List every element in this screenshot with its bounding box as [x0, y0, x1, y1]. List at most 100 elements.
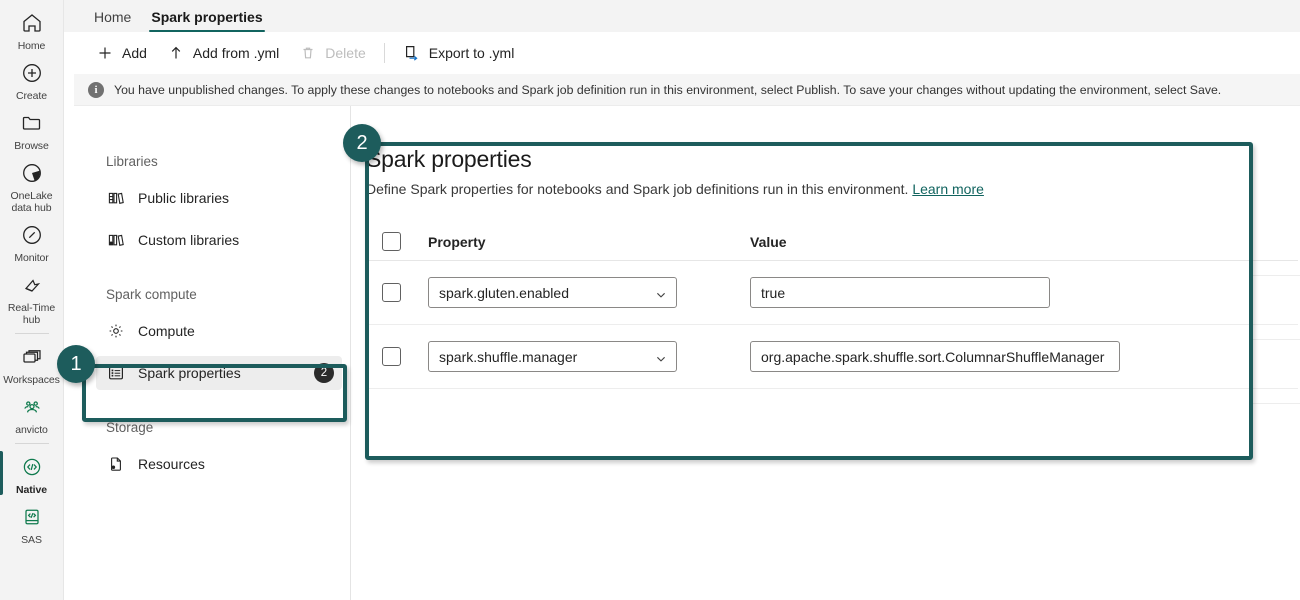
- home-icon: [17, 8, 47, 38]
- rail-label: Create: [16, 90, 47, 102]
- settings-sidebar: Libraries Public libraries Custom librar…: [74, 106, 351, 600]
- add-from-yml-button[interactable]: Add from .yml: [157, 38, 289, 68]
- sidebar-item-label: Spark properties: [138, 365, 241, 381]
- property-dropdown-value: spark.shuffle.manager: [439, 348, 578, 365]
- value-input[interactable]: org.apache.spark.shuffle.sort.ColumnarSh…: [750, 341, 1120, 372]
- info-icon: i: [88, 81, 104, 98]
- table-rule-extension: [1253, 339, 1300, 340]
- value-input-text: org.apache.spark.shuffle.sort.ColumnarSh…: [761, 348, 1105, 365]
- tab-spark-properties[interactable]: Spark properties: [141, 9, 272, 32]
- row-select-cell: [366, 283, 428, 302]
- sidebar-group-title-storage: Storage: [106, 420, 154, 435]
- select-all-cell: [366, 232, 428, 251]
- gear-icon: [106, 321, 126, 341]
- sidebar-item-public-libraries[interactable]: Public libraries: [96, 181, 342, 215]
- property-dropdown[interactable]: spark.gluten.enabled: [428, 277, 677, 308]
- rail-label: SAS: [21, 534, 42, 546]
- monitor-icon: [17, 220, 47, 250]
- folder-icon: [17, 108, 47, 138]
- workspaces-icon: [17, 342, 47, 372]
- table-header-row: Property Value: [366, 231, 1298, 261]
- property-cell: spark.gluten.enabled: [428, 277, 750, 308]
- rail-divider: [14, 443, 49, 444]
- list-icon: [106, 363, 126, 383]
- rail-item-anvicto[interactable]: anvicto: [0, 388, 64, 438]
- rail-label: anvicto: [15, 424, 48, 436]
- rail-label: Workspaces: [3, 374, 60, 386]
- learn-more-link[interactable]: Learn more: [912, 181, 984, 197]
- value-input[interactable]: true: [750, 277, 1050, 308]
- sidebar-item-resources[interactable]: Resources: [96, 447, 342, 481]
- table-rule-extension: [1253, 403, 1300, 404]
- add-from-yml-button-label: Add from .yml: [192, 45, 280, 61]
- sidebar-item-custom-libraries[interactable]: Custom libraries: [96, 223, 342, 257]
- app-root: Home Create Browse OneLake data hub Moni…: [0, 0, 1300, 600]
- status-badge: 2: [314, 363, 334, 383]
- property-dropdown[interactable]: spark.shuffle.manager: [428, 341, 677, 372]
- export-to-yml-button-label: Export to .yml: [428, 45, 515, 61]
- rail-item-create[interactable]: Create: [0, 54, 64, 104]
- command-toolbar: Add Add from .yml Delete Export to .yml: [74, 32, 1300, 74]
- export-icon: [403, 44, 421, 62]
- chevron-down-icon: [655, 288, 667, 304]
- rail-divider: [14, 333, 49, 334]
- sidebar-group-title-libraries: Libraries: [106, 154, 158, 169]
- row-checkbox[interactable]: [382, 347, 401, 366]
- page-subtitle-text: Define Spark properties for notebooks an…: [366, 181, 909, 197]
- rail-item-home[interactable]: Home: [0, 4, 64, 54]
- add-button[interactable]: Add: [86, 38, 157, 68]
- export-to-yml-button[interactable]: Export to .yml: [393, 38, 525, 68]
- onelake-icon: [17, 158, 47, 188]
- table-row: spark.gluten.enabled true: [366, 261, 1298, 325]
- value-cell: true: [750, 277, 1298, 308]
- value-input-text: true: [761, 284, 786, 301]
- spark-properties-panel: Spark properties Define Spark properties…: [352, 106, 1300, 600]
- plus-icon: [96, 44, 114, 62]
- rail-label: Home: [17, 40, 46, 52]
- sidebar-group-title-spark-compute: Spark compute: [106, 287, 197, 302]
- rail-item-browse[interactable]: Browse: [0, 104, 64, 154]
- resources-icon: [106, 454, 126, 474]
- plus-circle-icon: [17, 58, 47, 88]
- code-circle-icon: [17, 452, 47, 482]
- column-header-value: Value: [750, 233, 787, 250]
- tab-home[interactable]: Home: [84, 9, 141, 32]
- trash-icon: [299, 44, 317, 62]
- property-cell: spark.shuffle.manager: [428, 341, 750, 372]
- sidebar-item-label: Public libraries: [138, 190, 230, 206]
- people-group-icon: [17, 392, 47, 422]
- delete-button: Delete: [289, 38, 375, 68]
- rail-item-native[interactable]: Native: [0, 448, 64, 498]
- sidebar-item-compute[interactable]: Compute: [96, 314, 342, 348]
- page-title: Spark properties: [366, 146, 532, 172]
- rail-item-sas[interactable]: SAS: [0, 498, 64, 548]
- sidebar-item-label: Compute: [138, 323, 195, 339]
- code-book-icon: [17, 502, 47, 532]
- notice-text: You have unpublished changes. To apply t…: [114, 82, 1222, 97]
- row-checkbox[interactable]: [382, 283, 401, 302]
- global-nav-rail: Home Create Browse OneLake data hub Moni…: [0, 0, 64, 600]
- sidebar-item-label: Custom libraries: [138, 232, 240, 248]
- realtime-hub-icon: [17, 270, 47, 300]
- value-cell: org.apache.spark.shuffle.sort.ColumnarSh…: [750, 341, 1298, 372]
- rail-item-monitor[interactable]: Monitor: [0, 216, 64, 266]
- annotation-marker-2: 2: [343, 124, 381, 162]
- rail-label: Native: [16, 484, 47, 496]
- custom-libraries-icon: [106, 230, 126, 250]
- tab-strip: Home Spark properties: [64, 0, 1300, 32]
- rail-label: OneLake data hub: [10, 190, 53, 214]
- toolbar-divider: [383, 43, 385, 63]
- rail-item-workspaces[interactable]: Workspaces: [0, 338, 64, 388]
- rail-item-real-time-hub[interactable]: Real-Time hub: [0, 266, 64, 328]
- sidebar-item-label: Resources: [138, 456, 205, 472]
- rail-item-onelake-data-hub[interactable]: OneLake data hub: [0, 154, 64, 216]
- property-dropdown-value: spark.gluten.enabled: [439, 284, 569, 301]
- public-libraries-icon: [106, 188, 126, 208]
- select-all-checkbox[interactable]: [382, 232, 401, 251]
- rail-label: Real-Time hub: [7, 302, 56, 326]
- rail-label: Monitor: [14, 252, 49, 264]
- sidebar-item-spark-properties[interactable]: Spark properties 2: [96, 356, 342, 390]
- unpublished-changes-notice: i You have unpublished changes. To apply…: [74, 74, 1300, 106]
